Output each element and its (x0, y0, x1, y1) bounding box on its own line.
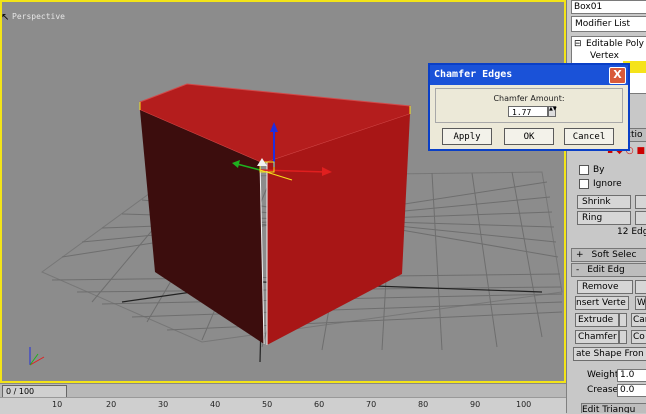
edit-triangulation-rollout[interactable]: Edit Triangu (581, 403, 646, 413)
rollout-plus-icon: + (576, 250, 584, 260)
ruler-tick-label: 30 (158, 400, 169, 409)
grow-button[interactable] (635, 195, 646, 209)
ruler-tick-label: 10 (52, 400, 63, 409)
mouse-cursor-icon: ↖ (1, 12, 10, 23)
create-shape-button[interactable]: ate Shape Fron (573, 347, 646, 361)
ring-button[interactable]: Ring (577, 211, 631, 225)
expand-icon[interactable]: ⊟ (574, 39, 582, 49)
chamfer-amount-group: Chamfer Amount: 1.77 ▲▼ (435, 88, 623, 123)
ruler-tick-label: 20 (106, 400, 117, 409)
weld-button[interactable]: W (635, 296, 646, 310)
ignore-label: Ignore (593, 179, 622, 189)
loop-button[interactable] (635, 211, 646, 225)
close-icon[interactable]: X (609, 67, 626, 84)
time-bar: 0 / 100 (0, 383, 566, 398)
chamfer-amount-label: Chamfer Amount: (493, 94, 565, 103)
command-panel: Box01 Modifier List ⊟ Editable Poly Vert… (566, 0, 646, 413)
dialog-title-bar[interactable]: Chamfer Edges X (430, 65, 628, 85)
soft-selection-rollout[interactable]: + Soft Selec (571, 248, 646, 262)
dialog-title: Chamfer Edges (434, 69, 513, 80)
crease-label: Crease: (587, 385, 622, 395)
by-checkbox[interactable] (579, 165, 589, 175)
stack-item-editable-poly[interactable]: Editable Poly (586, 39, 644, 49)
ruler-tick-label: 100 (516, 400, 532, 409)
ruler-tick-label: 80 (418, 400, 429, 409)
soft-selection-label: Soft Selec (591, 250, 637, 260)
ruler-tick-label: 70 (366, 400, 377, 409)
chamfer-settings-button[interactable] (619, 330, 627, 344)
chamfer-edges-dialog: Chamfer Edges X Chamfer Amount: 1.77 ▲▼ … (428, 63, 630, 151)
ok-button[interactable]: OK (504, 128, 554, 145)
ruler-tick-label: 40 (210, 400, 221, 409)
remove-button[interactable]: Remove (577, 280, 633, 294)
stack-item-vertex[interactable]: Vertex (590, 51, 619, 61)
ruler-tick-label: 90 (470, 400, 481, 409)
chamfer-button[interactable]: Chamfer (575, 330, 619, 344)
target-weld-button[interactable]: Car (631, 313, 646, 327)
edit-edges-rollout[interactable]: - Edit Edg (571, 263, 646, 277)
split-button[interactable] (635, 280, 646, 294)
ignore-checkbox[interactable] (579, 179, 589, 189)
ruler-tick-label: 50 (262, 400, 273, 409)
edit-edges-label: Edit Edg (587, 265, 625, 275)
modifier-list-dropdown[interactable]: Modifier List (571, 16, 646, 32)
rollout-minus-icon: - (576, 265, 580, 275)
extrude-settings-button[interactable] (619, 313, 627, 327)
axis-tripod-icon (29, 347, 45, 366)
shrink-button[interactable]: Shrink (577, 195, 631, 209)
by-label: By (593, 165, 605, 175)
crease-spinner[interactable]: 0.0 (617, 384, 646, 397)
cancel-button[interactable]: Cancel (564, 128, 614, 145)
viewport-scene[interactable] (2, 2, 564, 381)
timeline-ruler[interactable]: 10 20 30 40 50 60 70 80 90 100 (0, 397, 566, 414)
viewport-label[interactable]: Perspective (12, 12, 65, 21)
apply-button[interactable]: Apply (442, 128, 492, 145)
extrude-button[interactable]: Extrude (575, 313, 619, 327)
perspective-viewport[interactable]: Perspective (0, 0, 566, 383)
ruler-tick-label: 60 (314, 400, 325, 409)
insert-vertex-button[interactable]: nsert Verte (575, 296, 629, 310)
connect-button[interactable]: Co (631, 330, 646, 344)
object-name-field[interactable]: Box01 (571, 0, 646, 14)
weight-spinner[interactable]: 1.0 (617, 369, 646, 382)
spinner-arrows-icon[interactable]: ▲▼ (548, 106, 557, 117)
selection-count: 12 Edge (617, 227, 646, 237)
chamfer-amount-input[interactable]: 1.77 (508, 106, 548, 117)
